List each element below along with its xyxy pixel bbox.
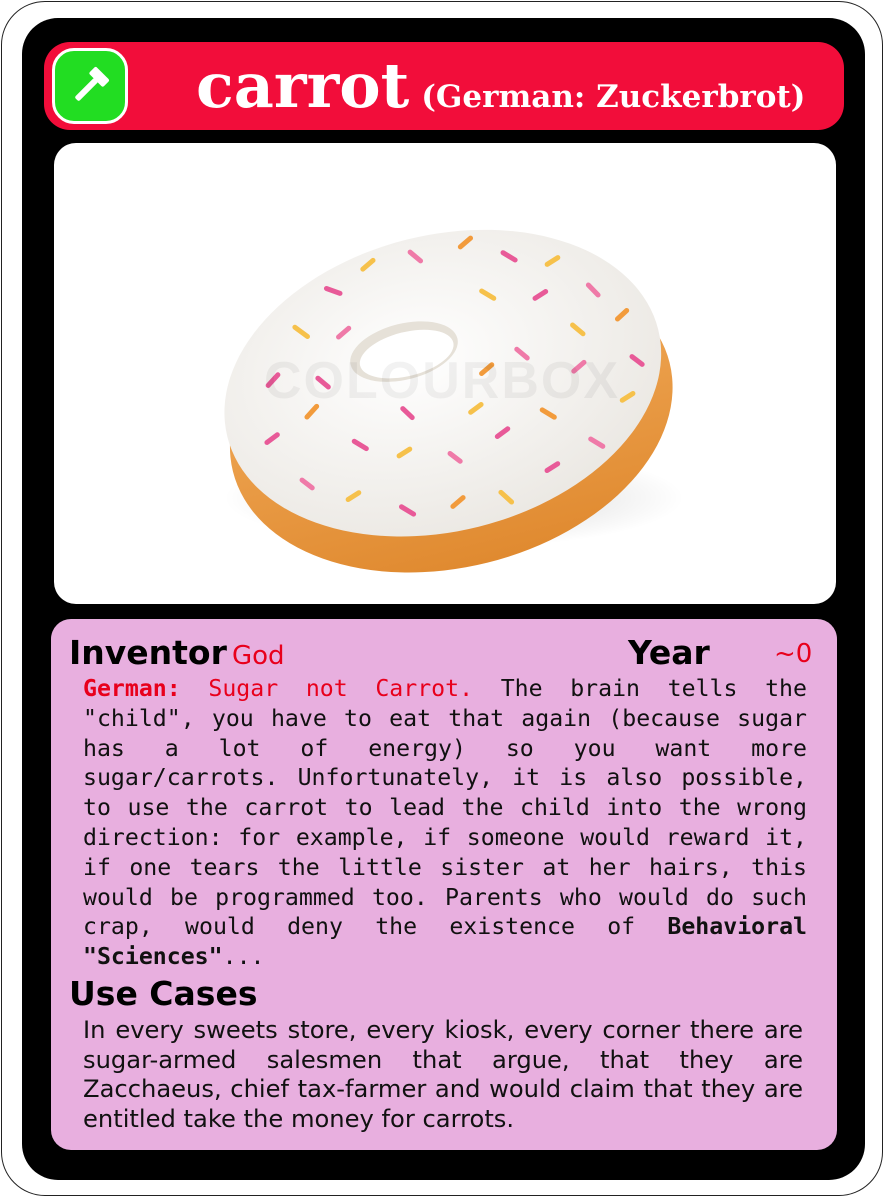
card-title: carrot (German: Zuckerbrot)	[196, 46, 805, 126]
inventor-value: God	[231, 641, 285, 671]
use-cases-heading: Use Cases	[69, 974, 258, 1013]
watermark: COLOURBOX	[264, 352, 620, 410]
german-value: Sugar not Carrot.	[208, 675, 474, 702]
inventor-label: Inventor	[69, 633, 227, 672]
category-badge	[52, 48, 128, 124]
hammer-icon	[75, 67, 109, 101]
description-body: The brain tells the "child", you have to…	[83, 675, 807, 941]
year-value: ~0	[774, 639, 813, 669]
title-main: carrot	[196, 49, 410, 122]
title-subtitle: (German: Zuckerbrot)	[421, 79, 806, 115]
card-image: COLOURBOX	[54, 143, 836, 604]
description-text: German: Sugar not Carrot. The brain tell…	[83, 674, 807, 972]
year-label: Year	[628, 633, 710, 672]
description-ellipsis: ...	[222, 943, 265, 971]
use-cases-text: In every sweets store, every kiosk, ever…	[83, 1016, 803, 1133]
year-value-row: ~0	[774, 639, 812, 669]
use-cases-heading-row: Use Cases	[69, 974, 257, 1013]
inventor-row: Inventor God	[69, 633, 285, 672]
year-label-row: Year	[628, 633, 710, 672]
german-label: German:	[83, 675, 181, 702]
